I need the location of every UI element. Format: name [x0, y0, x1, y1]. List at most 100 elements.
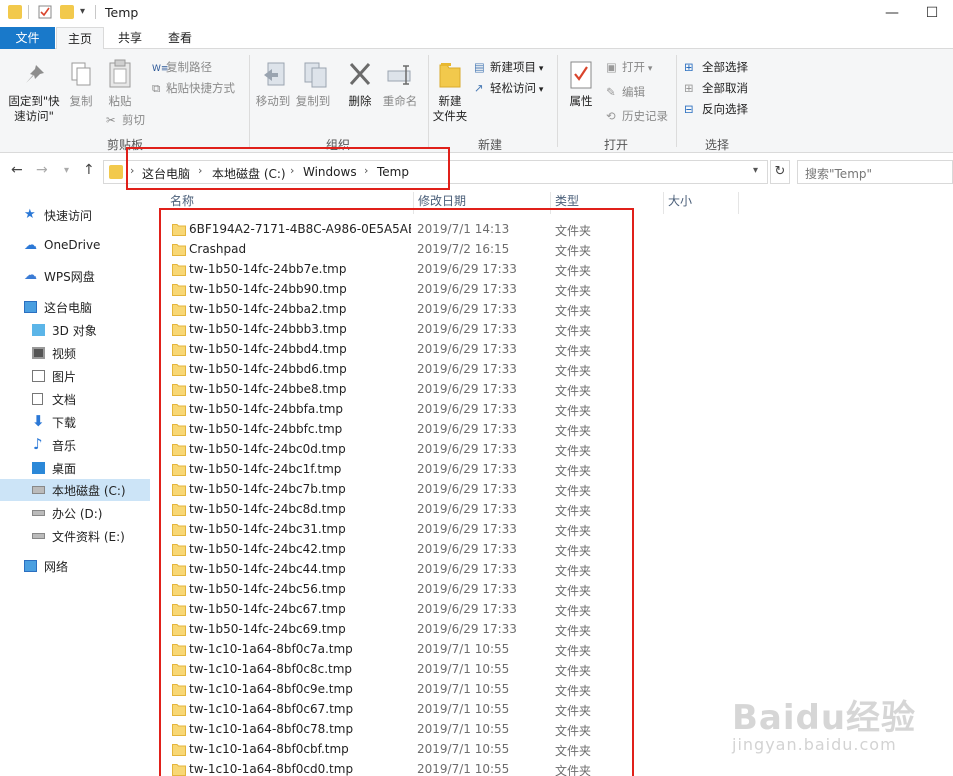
column-header-size[interactable]: 大小 [668, 192, 692, 212]
paste-icon [108, 59, 132, 92]
picture-icon [32, 370, 45, 382]
sidebar-item-drive-d[interactable]: 办公 (D:) [0, 502, 150, 524]
search-input[interactable]: 搜索"Temp" [797, 160, 953, 184]
computer-icon [24, 301, 37, 313]
cut-button[interactable]: ✂ 剪切 [106, 112, 145, 128]
back-icon[interactable]: ← [11, 162, 23, 178]
watermark-url: jingyan.baidu.com [732, 735, 897, 754]
open-button[interactable]: ▣ 打开 ▾ [606, 59, 652, 77]
customize-toolbar-icon[interactable]: ▾ [80, 5, 94, 19]
sidebar-item-wps-drive[interactable]: ☁ WPS网盘 [0, 265, 150, 287]
delete-button[interactable]: 删除 [344, 94, 376, 109]
sidebar-item-desktop[interactable]: 桌面 [0, 457, 150, 479]
new-group-label: 新建 [477, 138, 502, 152]
move-to-button[interactable]: 移动到 [254, 94, 292, 109]
sidebar-item-label: 文件资料 (E:) [52, 530, 125, 544]
open-group-label: 打开 [603, 138, 628, 152]
properties-icon[interactable] [38, 5, 52, 19]
divider [95, 5, 96, 19]
properties-icon [570, 61, 592, 92]
cloud-drive-icon: ☁ [24, 268, 37, 283]
history-button[interactable]: ⟲ 历史记录 [606, 108, 668, 124]
cube-icon [32, 324, 45, 336]
select-all-button[interactable]: ⊞ 全部选择 [684, 59, 748, 75]
select-all-label: 全部选择 [702, 60, 748, 74]
sidebar-item-videos[interactable]: 视频 [0, 342, 150, 364]
new-item-label: 新建项目 [490, 60, 536, 74]
tab-file[interactable]: 文件 [0, 27, 55, 49]
copy-path-button[interactable]: W≡复制路径 [152, 59, 212, 77]
move-to-icon [262, 61, 288, 94]
easy-access-label: 轻松访问 [490, 81, 536, 95]
sidebar-item-drive-e[interactable]: 文件资料 (E:) [0, 525, 150, 547]
sidebar-item-network[interactable]: 网络 [0, 555, 150, 577]
paste-button[interactable]: 粘贴 [105, 94, 135, 109]
file-list-highlight-box [159, 208, 634, 776]
copy-to-button[interactable]: 复制到 [294, 94, 332, 109]
new-item-button[interactable]: ▤ 新建项目 ▾ [474, 59, 543, 77]
up-icon[interactable]: ↑ [83, 162, 95, 178]
new-folder-label-1: 新建 [438, 94, 462, 108]
divider [428, 55, 429, 147]
chevron-down-icon[interactable]: ▾ [753, 165, 758, 176]
history-label: 历史记录 [622, 109, 668, 123]
divider [738, 192, 739, 214]
pin-quick-access-button[interactable]: 固定到"快 速访问" [4, 94, 64, 124]
folder-icon [8, 5, 22, 19]
select-none-label: 全部取消 [702, 81, 748, 95]
pin-label-2: 速访问" [14, 109, 54, 123]
download-icon: ⬇ [32, 412, 45, 430]
sidebar-item-label: 快速访问 [44, 209, 93, 223]
window-title: Temp [105, 5, 139, 20]
star-icon: ★ [24, 207, 36, 222]
sidebar-item-onedrive[interactable]: ☁ OneDrive [0, 235, 150, 257]
paste-shortcut-button[interactable]: ⧉ 粘贴快捷方式 [152, 80, 235, 96]
refresh-icon[interactable]: ↻ [770, 160, 790, 184]
sidebar-item-downloads[interactable]: ⬇ 下载 [0, 411, 150, 433]
rename-button[interactable]: 重命名 [380, 94, 420, 109]
desktop-icon [32, 462, 45, 474]
pin-icon [24, 63, 46, 88]
sidebar-item-documents[interactable]: 文档 [0, 388, 150, 410]
sidebar-item-this-pc[interactable]: 这台电脑 [0, 296, 150, 318]
sidebar-item-label: 下载 [52, 416, 77, 430]
properties-button[interactable]: 属性 [564, 94, 598, 109]
easy-access-button[interactable]: ↗ 轻松访问 ▾ [474, 80, 543, 98]
minimize-icon[interactable]: — [882, 3, 902, 23]
divider [663, 192, 664, 214]
select-none-button[interactable]: ⊞ 全部取消 [684, 80, 748, 96]
search-placeholder: 搜索"Temp" [805, 167, 873, 181]
forward-icon[interactable]: → [36, 162, 48, 178]
sidebar-item-3d-objects[interactable]: 3D 对象 [0, 319, 150, 341]
maximize-icon[interactable]: ☐ [922, 3, 942, 23]
delete-icon [348, 61, 372, 90]
edit-button[interactable]: ✎ 编辑 [606, 84, 645, 100]
recent-locations-icon[interactable]: ▾ [64, 165, 69, 176]
tab-view[interactable]: 查看 [156, 27, 204, 49]
copy-to-icon [303, 61, 329, 94]
cloud-icon: ☁ [24, 238, 37, 253]
new-folder-label-2: 文件夹 [432, 109, 468, 123]
divider [676, 55, 677, 147]
invert-selection-button[interactable]: ⊟ 反向选择 [684, 101, 748, 117]
music-icon: ♪ [33, 435, 43, 453]
copy-button[interactable]: 复制 [66, 94, 96, 109]
copy-icon [70, 61, 92, 90]
sidebar-item-label: 办公 (D:) [52, 507, 103, 521]
sidebar-item-local-disk-c[interactable]: 本地磁盘 (C:) [0, 479, 150, 501]
address-highlight-box [126, 147, 450, 190]
divider [249, 55, 250, 147]
sidebar-item-music[interactable]: ♪ 音乐 [0, 434, 150, 456]
drive-icon [32, 510, 45, 516]
new-folder-button[interactable]: 新建 文件夹 [430, 94, 470, 124]
sidebar-item-pictures[interactable]: 图片 [0, 365, 150, 387]
sidebar-item-quick-access[interactable]: ★ 快速访问 [0, 204, 150, 226]
drive-icon [32, 533, 45, 539]
watermark-logo: Baidu经验 [732, 698, 917, 738]
sidebar-item-label: WPS网盘 [44, 270, 95, 284]
new-folder-icon[interactable] [60, 5, 74, 19]
tab-share[interactable]: 共享 [106, 27, 154, 49]
tab-home[interactable]: 主页 [56, 27, 104, 50]
select-group-label: 选择 [704, 138, 729, 152]
sidebar-item-label: OneDrive [44, 238, 101, 252]
